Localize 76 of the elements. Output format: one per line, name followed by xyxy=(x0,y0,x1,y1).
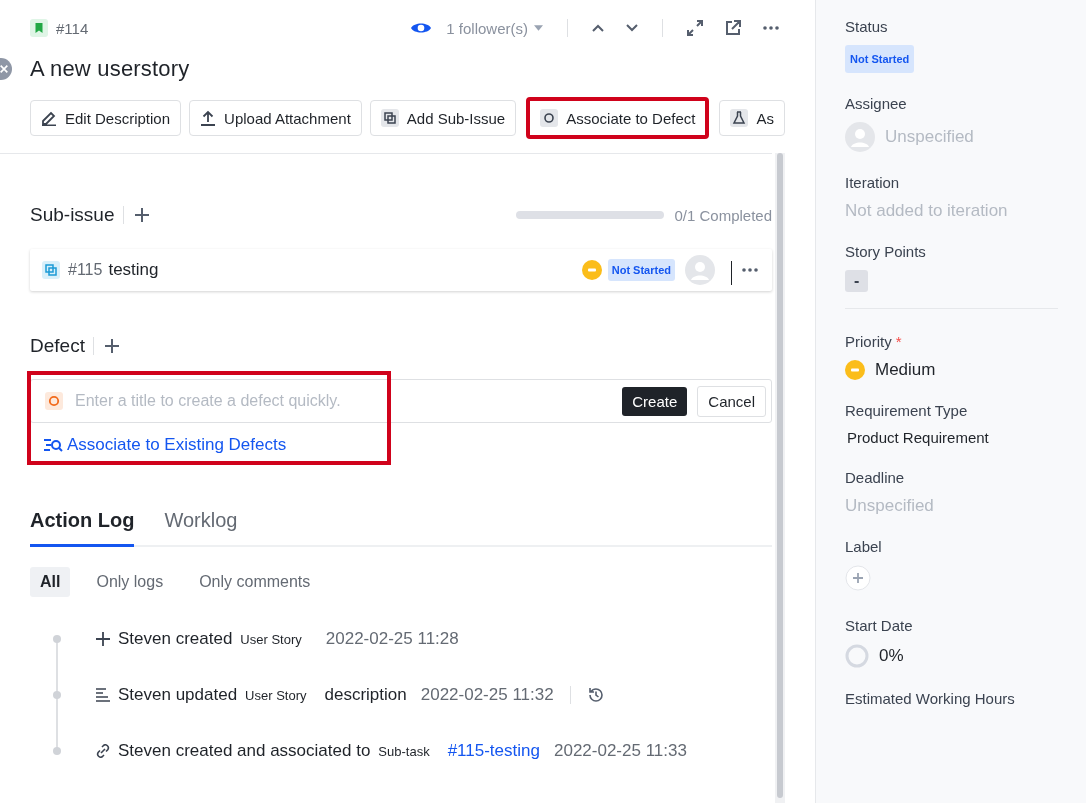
toolbar-button[interactable]: Upload Attachment xyxy=(189,100,362,136)
log-text: Steven created and associated to xyxy=(118,741,371,761)
status-badge[interactable]: Not Started xyxy=(607,259,675,281)
priority-icon xyxy=(845,360,865,380)
chevron-up-icon[interactable] xyxy=(592,24,604,32)
log-time: 2022-02-25 11:33 xyxy=(553,741,687,761)
add-icon[interactable] xyxy=(103,338,120,354)
associate-existing-link[interactable]: Associate to Existing Defects xyxy=(67,435,287,455)
sub-issue-number: #115 xyxy=(68,261,103,279)
item-type-label: User Story xyxy=(240,631,302,647)
toolbar-button[interactable]: Edit Description xyxy=(30,100,182,136)
toolbar-button[interactable]: Add Sub-Issue xyxy=(369,100,517,136)
issue-title: A new userstory xyxy=(30,56,191,82)
status-badge[interactable]: Not Started xyxy=(845,45,915,73)
progress-text: 0/1 Completed xyxy=(674,206,772,224)
field-label: Requirement Type xyxy=(845,402,968,419)
item-type-label: Sub-task xyxy=(378,743,430,759)
more-icon[interactable] xyxy=(763,26,779,30)
plus-icon xyxy=(96,632,110,646)
cancel-button[interactable]: Cancel xyxy=(697,385,766,417)
link-icon xyxy=(96,744,110,758)
section-heading: Sub-issue xyxy=(30,204,115,226)
log-text: Steven created xyxy=(118,629,233,649)
sub-issue-title: testing xyxy=(108,260,159,280)
field-label: Status xyxy=(845,18,888,35)
sub-issue-card[interactable]: #115 testing Not Started xyxy=(30,249,772,291)
sub-issue-icon xyxy=(380,109,399,127)
sub-issue-icon xyxy=(42,261,60,279)
issue-number: #114 xyxy=(56,19,89,37)
pencil-icon xyxy=(41,110,57,126)
field-label: Assignee xyxy=(845,95,907,112)
defect-title-field[interactable]: Enter a title to create a defect quickly. Create Cancel xyxy=(30,379,772,423)
search-list-icon xyxy=(43,437,63,453)
more-icon[interactable] xyxy=(742,268,758,272)
add-icon[interactable] xyxy=(133,207,150,223)
log-text: Steven updated xyxy=(118,685,238,705)
issue-link[interactable]: #115-testing xyxy=(447,741,540,761)
bookmark-icon xyxy=(30,19,48,37)
priority-icon xyxy=(581,260,602,280)
field-label: Iteration xyxy=(845,174,900,191)
scrollbar[interactable] xyxy=(777,153,783,798)
external-link-icon[interactable] xyxy=(725,20,741,36)
field-label: Story Points xyxy=(845,243,926,260)
field-label: Estimated Working Hours xyxy=(845,690,1015,707)
flask-icon xyxy=(730,109,749,127)
upload-icon xyxy=(200,110,217,126)
section-heading: Defect xyxy=(30,335,85,357)
filter-tab[interactable]: Only comments xyxy=(189,567,321,597)
field-label: Start Date xyxy=(845,617,913,634)
story-points-value[interactable]: - xyxy=(845,270,869,292)
log-tab[interactable]: Action Log xyxy=(30,509,135,547)
expand-icon[interactable] xyxy=(687,20,703,36)
progress-ring-icon xyxy=(845,644,869,668)
defect-icon xyxy=(45,392,63,410)
log-tab[interactable]: Worklog xyxy=(164,509,238,547)
create-button[interactable]: Create xyxy=(622,386,688,416)
field-label: Deadline xyxy=(845,469,905,486)
log-time: 2022-02-25 11:32 xyxy=(420,685,554,705)
log-time: 2022-02-25 11:28 xyxy=(325,629,459,649)
toolbar-button[interactable]: As xyxy=(719,100,785,136)
toolbar-button[interactable]: Associate to Defect xyxy=(526,97,710,139)
log-text: description xyxy=(324,685,407,705)
avatar-icon xyxy=(685,255,715,285)
filter-tab[interactable]: All xyxy=(30,567,71,597)
chevron-down-icon[interactable] xyxy=(626,24,638,32)
field-label: Label xyxy=(845,538,882,555)
item-type-label: User Story xyxy=(245,687,307,703)
required-mark: * xyxy=(895,333,902,350)
field-value[interactable]: Product Requirement xyxy=(847,429,989,446)
filter-tab[interactable]: Only logs xyxy=(86,567,174,597)
avatar-icon xyxy=(845,122,875,152)
history-icon[interactable] xyxy=(586,686,605,704)
field-value[interactable]: Medium xyxy=(875,360,936,380)
text-lines-icon xyxy=(96,688,110,702)
field-value[interactable]: 0% xyxy=(879,646,904,666)
field-label: Priority xyxy=(845,333,892,350)
